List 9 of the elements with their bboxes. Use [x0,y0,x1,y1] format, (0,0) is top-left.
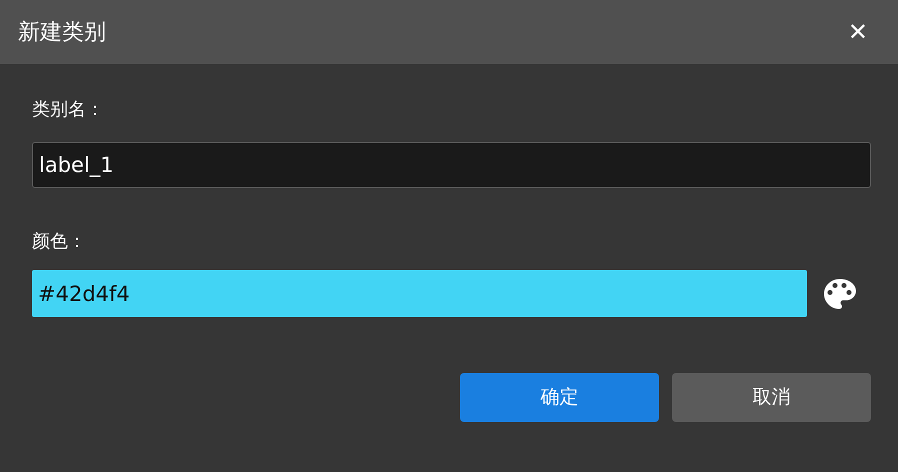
field-label: 颜色： [32,230,87,254]
field-label: 类别名： [32,98,105,122]
palette-icon[interactable] [823,278,857,310]
cancel-button[interactable]: 取消 [672,373,871,422]
window-title: 新建类别 [18,18,106,46]
name-input-field[interactable]: label_1 [32,142,871,188]
close-button[interactable]: ✕ [848,20,868,44]
confirm-button[interactable]: 确定 [460,373,659,422]
color-input-field[interactable]: #42d4f4 [32,270,807,317]
